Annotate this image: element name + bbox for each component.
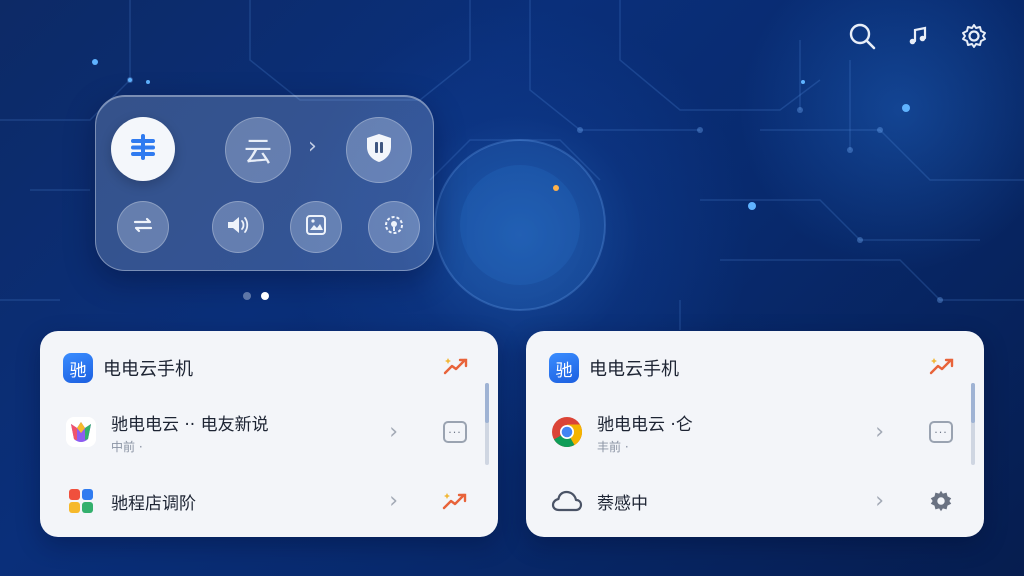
shield-pause-icon	[364, 132, 394, 168]
chrome-icon	[549, 414, 585, 450]
cloud-label: 云	[243, 135, 272, 168]
card-title: 电电云手机	[103, 359, 193, 380]
card-title: 电电云手机	[589, 359, 679, 380]
cloud-phone-card-right: 驰 电电云手机 驰电电云 ·仑 丰前 · › ··· 萘感中 ›	[526, 331, 984, 537]
grid-app-icon	[63, 483, 99, 519]
cloud-outline-icon	[549, 483, 585, 519]
swap-icon	[131, 213, 155, 241]
quick-control-panel: 云 ›	[95, 95, 434, 271]
image-frame-icon	[304, 213, 328, 241]
record-icon	[382, 213, 406, 241]
item-subtitle: 中前 ·	[111, 439, 143, 454]
chevron-right-icon: ›	[875, 488, 884, 514]
equal-lines-icon	[126, 130, 160, 168]
colorful-app-icon	[63, 414, 99, 450]
item-subtitle: 丰前 ·	[597, 439, 629, 454]
shield-button[interactable]	[346, 117, 412, 183]
message-icon[interactable]: ···	[926, 417, 956, 447]
page-dot-1[interactable]	[243, 292, 251, 300]
trend-icon[interactable]	[440, 486, 470, 516]
top-toolbar	[846, 20, 990, 52]
page-indicator	[243, 292, 269, 300]
app-badge: 驰	[63, 353, 93, 383]
chevron-right-icon: ›	[308, 134, 317, 159]
swap-button[interactable]	[117, 201, 169, 253]
search-icon[interactable]	[846, 20, 878, 52]
speaker-icon	[225, 213, 251, 241]
list-item[interactable]: 驰电电云 ·· 电友新说 中前 · › ···	[63, 409, 470, 455]
settings-icon[interactable]	[958, 20, 990, 52]
scrollbar[interactable]	[485, 383, 489, 465]
trend-icon[interactable]	[442, 355, 470, 381]
app-badge: 驰	[549, 353, 579, 383]
cloud-phone-card-left: 驰 电电云手机 驰电电云 ·· 电友新说 中前 · › ··· 驰程店调阶 ›	[40, 331, 498, 537]
cloud-button[interactable]: 云	[225, 117, 291, 183]
speaker-button[interactable]	[212, 201, 264, 253]
scrollbar[interactable]	[971, 383, 975, 465]
image-frame-button[interactable]	[290, 201, 342, 253]
gear-icon[interactable]	[926, 486, 956, 516]
message-icon[interactable]: ···	[440, 417, 470, 447]
list-item[interactable]: 驰电电云 ·仑 丰前 · › ···	[549, 409, 956, 455]
chevron-right-icon: ›	[875, 419, 884, 445]
item-title: 驰电电云 ·· 电友新说	[111, 414, 269, 435]
card-header: 驰 电电云手机	[549, 353, 679, 383]
trend-icon[interactable]	[928, 355, 956, 381]
card-header: 驰 电电云手机	[63, 353, 193, 383]
item-title: 萘感中	[597, 493, 648, 514]
chevron-right-icon: ›	[389, 419, 398, 445]
item-title: 驰电电云 ·仑	[597, 414, 693, 435]
record-button[interactable]	[368, 201, 420, 253]
primary-toggle-button[interactable]	[111, 117, 175, 181]
item-title: 驰程店调阶	[111, 493, 196, 514]
list-item[interactable]: 驰程店调阶 ›	[63, 481, 470, 521]
music-note-icon[interactable]	[902, 20, 934, 52]
chevron-right-icon: ›	[389, 488, 398, 514]
page-dot-2[interactable]	[261, 292, 269, 300]
list-item[interactable]: 萘感中 ›	[549, 481, 956, 521]
